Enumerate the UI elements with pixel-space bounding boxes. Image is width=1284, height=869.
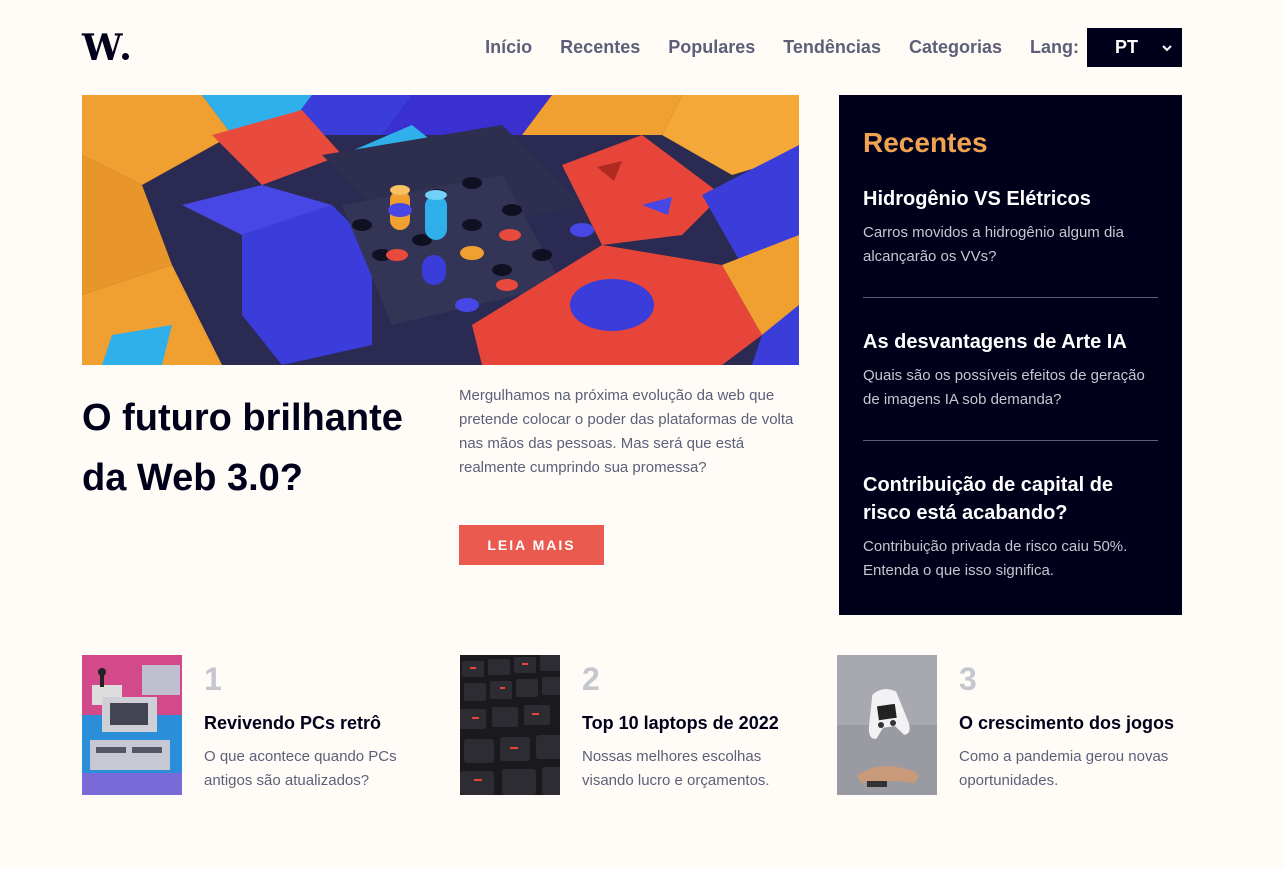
- sidebar-item-title[interactable]: Contribuição de capital de risco está ac…: [863, 471, 1158, 527]
- hero-title: O futuro brilhante da Web 3.0?: [82, 397, 403, 499]
- card-title[interactable]: Top 10 laptops de 2022: [582, 711, 805, 735]
- recent-sidebar: Recentes Hidrogênio VS Elétricos Carros …: [839, 95, 1182, 615]
- language-value: PT: [1115, 37, 1139, 57]
- nav-inicio[interactable]: Início: [485, 37, 532, 58]
- language-select[interactable]: PT: [1087, 28, 1182, 67]
- card-text: Nossas melhores escolhas visando lucro e…: [582, 748, 770, 789]
- sidebar-item-text: Carros movidos a hidrogênio algum dia al…: [863, 224, 1124, 265]
- article-card-1[interactable]: 1 Revivendo PCs retrô O que acontece qua…: [82, 655, 427, 795]
- lang-label: Lang:: [1030, 37, 1079, 57]
- site-header: W Início Recentes Populares Tendências C…: [82, 28, 1182, 67]
- article-card-2[interactable]: 2 Top 10 laptops de 2022 Nossas melhores…: [460, 655, 805, 795]
- hero-image: [82, 95, 799, 365]
- sidebar-item[interactable]: As desvantagens de Arte IA Quais são os …: [863, 328, 1158, 441]
- card-thumbnail-laptop-keyboard[interactable]: [460, 655, 560, 795]
- sidebar-item[interactable]: Hidrogênio VS Elétricos Carros movidos a…: [863, 185, 1158, 298]
- article-card-3[interactable]: 3 O crescimento dos jogos Como a pandemi…: [837, 655, 1182, 795]
- chevron-down-icon: [1162, 41, 1172, 55]
- card-text: O que acontece quando PCs antigos são at…: [204, 748, 397, 789]
- logo-text: W: [82, 26, 122, 69]
- card-body: 3 O crescimento dos jogos Como a pandemi…: [937, 655, 1182, 795]
- sidebar-item-title[interactable]: As desvantagens de Arte IA: [863, 328, 1158, 356]
- sidebar-item-text: Contribuição privada de risco caiu 50%. …: [863, 538, 1128, 579]
- card-number: 3: [959, 661, 977, 697]
- card-title[interactable]: O crescimento dos jogos: [959, 711, 1182, 735]
- sidebar-item[interactable]: Contribuição de capital de risco está ac…: [863, 471, 1158, 611]
- hero-description: Mergulhamos na próxima evolução da web q…: [459, 387, 794, 476]
- card-title[interactable]: Revivendo PCs retrô: [204, 711, 427, 735]
- logo[interactable]: W: [82, 26, 130, 69]
- sidebar-item-text: Quais são os possíveis efeitos de geraçã…: [863, 367, 1145, 408]
- card-thumbnail-retro-pc[interactable]: [82, 655, 182, 795]
- main-nav: Início Recentes Populares Tendências Cat…: [457, 28, 1182, 67]
- card-number: 1: [204, 661, 222, 697]
- card-thumbnail-game-controller[interactable]: [837, 655, 937, 795]
- sidebar-item-title[interactable]: Hidrogênio VS Elétricos: [863, 185, 1158, 213]
- card-text: Como a pandemia gerou novas oportunidade…: [959, 748, 1169, 789]
- nav-categorias[interactable]: Categorias: [909, 37, 1002, 58]
- sidebar-title: Recentes: [863, 127, 988, 158]
- nav-recentes[interactable]: Recentes: [560, 37, 640, 58]
- card-body: 1 Revivendo PCs retrô O que acontece qua…: [182, 655, 427, 795]
- card-body: 2 Top 10 laptops de 2022 Nossas melhores…: [560, 655, 805, 795]
- nav-tendencias[interactable]: Tendências: [783, 37, 881, 58]
- card-number: 2: [582, 661, 600, 697]
- read-more-button[interactable]: LEIA MAIS: [459, 525, 604, 565]
- logo-dot: [122, 52, 130, 60]
- nav-populares[interactable]: Populares: [668, 37, 755, 58]
